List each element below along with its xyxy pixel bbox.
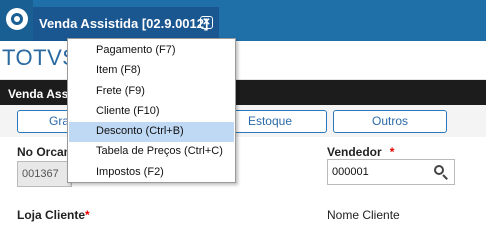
no-orcamento-field: 001367 bbox=[17, 161, 72, 187]
outros-dropdown-menu: Pagamento (F7) Item (F8) Frete (F9) Clie… bbox=[67, 38, 236, 183]
vendedor-input[interactable]: 000001 bbox=[327, 159, 455, 185]
no-orcamento-label: No Orcam bbox=[17, 145, 75, 159]
no-orcamento-value: 001367 bbox=[22, 168, 59, 180]
nome-cliente-label: Nome Cliente bbox=[327, 208, 400, 222]
menu-item-tabela-precos[interactable]: Tabela de Preços (Ctrl+C) bbox=[68, 142, 235, 162]
menu-item-item[interactable]: Item (F8) bbox=[68, 61, 235, 81]
menu-item-desconto[interactable]: Desconto (Ctrl+B) bbox=[69, 122, 234, 143]
vendedor-label: Vendedor * bbox=[327, 145, 394, 159]
tab-title: Venda Assistida [02.9.0012] bbox=[39, 16, 209, 31]
menu-item-frete[interactable]: Frete (F9) bbox=[68, 82, 235, 102]
tab-venda-assistida[interactable]: Venda Assistida [02.9.0012] bbox=[33, 7, 219, 41]
search-icon[interactable] bbox=[432, 163, 450, 181]
loja-cliente-label-text: Loja Cliente bbox=[17, 208, 86, 222]
vendedor-label-text: Vendedor bbox=[327, 145, 382, 159]
top-tab-bar: Venda Assistida [02.9.0012] ✕ bbox=[0, 0, 486, 41]
menu-item-pagamento[interactable]: Pagamento (F7) bbox=[68, 41, 235, 61]
app-logo[interactable] bbox=[0, 0, 33, 41]
outros-button[interactable]: Outros bbox=[333, 110, 447, 133]
totvs-logo-icon bbox=[6, 8, 28, 30]
vendedor-value: 000001 bbox=[332, 166, 369, 178]
required-mark: * bbox=[389, 145, 395, 159]
loja-cliente-label: Loja Cliente* bbox=[17, 208, 90, 222]
menu-item-cliente[interactable]: Cliente (F10) bbox=[68, 102, 235, 122]
menu-item-impostos[interactable]: Impostos (F2) bbox=[68, 163, 235, 183]
required-mark: * bbox=[85, 208, 90, 222]
close-tab-icon[interactable]: ✕ bbox=[200, 16, 213, 29]
